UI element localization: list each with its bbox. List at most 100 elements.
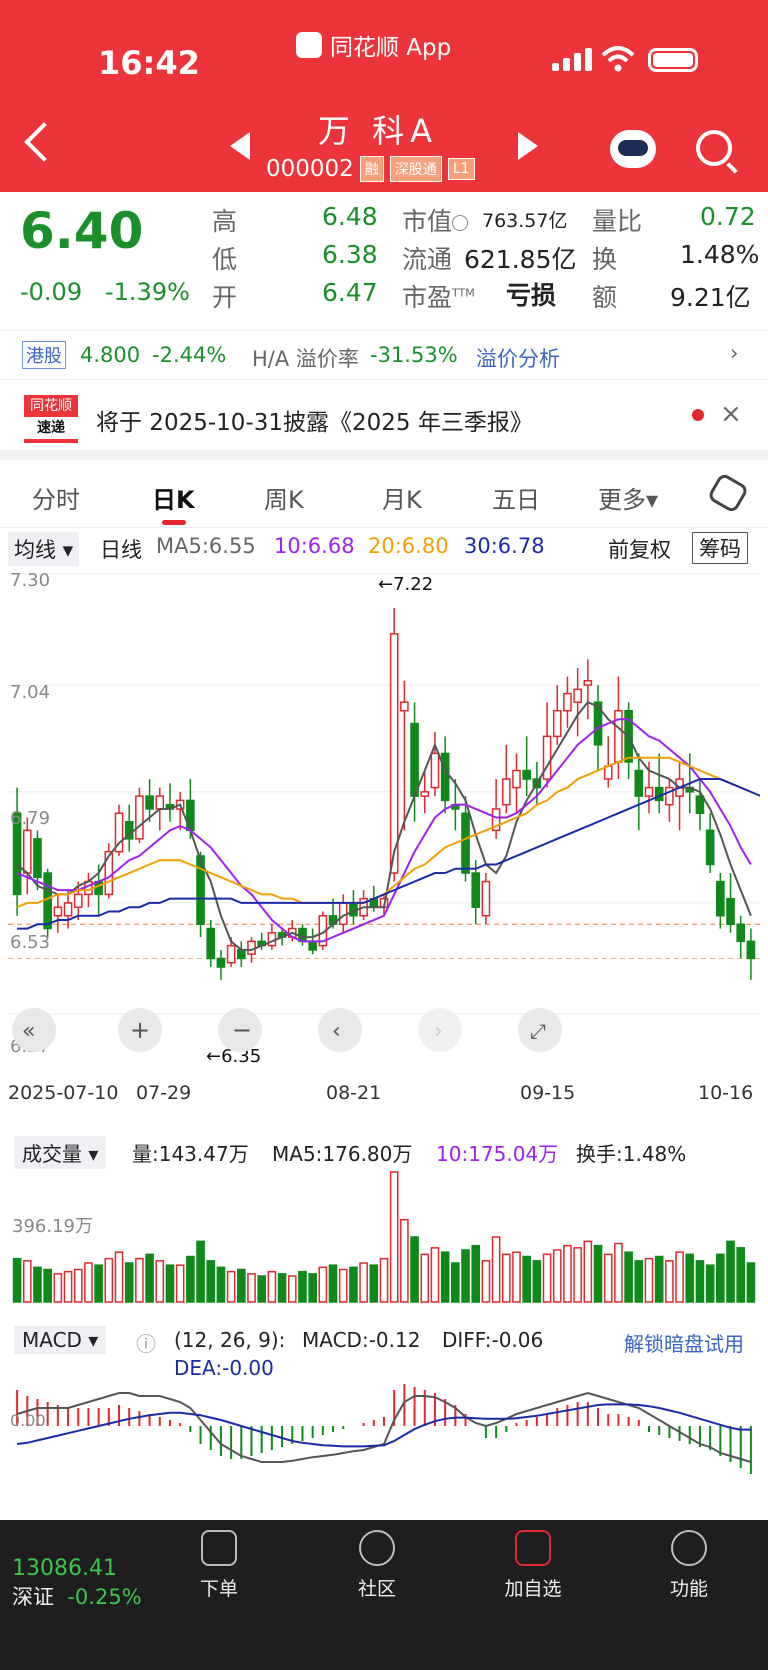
x-label-1: 07-29	[136, 1082, 192, 1104]
candle-body	[73, 893, 83, 908]
macd-dropdown[interactable]: MACD ▾	[14, 1326, 107, 1354]
candle-body	[104, 850, 114, 896]
candle-body	[634, 769, 644, 797]
news-logo-top: 同花顺	[30, 398, 72, 414]
candle-body	[563, 692, 572, 712]
ai-robot-icon[interactable]	[610, 130, 656, 168]
premium-value: -31.53%	[370, 343, 458, 367]
volume-bar	[155, 1260, 165, 1303]
y-label-1: 7.04	[10, 682, 50, 703]
volume-bar	[114, 1251, 124, 1303]
macd-chart: 0.00	[10, 1384, 752, 1474]
current-price: 6.40	[20, 202, 144, 260]
volume-bar	[542, 1253, 552, 1303]
tab-daily-k[interactable]: 日K	[152, 480, 195, 515]
x-label-0: 2025-07-10	[8, 1082, 119, 1104]
volume-bar	[634, 1260, 644, 1303]
chip-button[interactable]: 筹码	[692, 532, 748, 564]
plus-box-icon	[515, 1530, 551, 1566]
volume-bar	[522, 1255, 532, 1303]
volume-bar	[736, 1247, 746, 1303]
candle-body	[420, 791, 430, 797]
volume-legend: 成交量 ▾ 量:143.47万 MA5:176.80万 10:175.04万 换…	[0, 1134, 768, 1169]
ma-dropdown[interactable]: 均线 ▾	[8, 532, 80, 566]
news-banner[interactable]: 同花顺 速递 将于 2025-10-31披露《2025 年三季报》 ×	[0, 383, 768, 451]
unlock-link[interactable]: 解锁暗盘试用	[624, 1328, 744, 1357]
volume-bar	[461, 1249, 470, 1303]
candle-body	[267, 932, 277, 947]
index-ticker[interactable]: 13086.41 深证 -0.25%	[12, 1556, 142, 1611]
double-chevron-left-icon: «	[22, 1019, 35, 1044]
tab-five-day[interactable]: 五日	[492, 480, 540, 515]
turnover-rate: 换手:1.48%	[576, 1142, 687, 1166]
candle-body	[338, 902, 348, 926]
tab-weekly-k[interactable]: 周K	[264, 480, 304, 515]
y-label-2: 6.79	[10, 808, 50, 829]
hk-pct: -2.44%	[152, 343, 227, 367]
close-icon[interactable]: ×	[720, 399, 742, 429]
volume-value: 量:143.47万	[132, 1142, 249, 1166]
premium-analysis-link[interactable]: 溢价分析	[476, 343, 560, 373]
functions-button[interactable]: 功能	[644, 1530, 734, 1601]
open-value: 6.47	[322, 278, 378, 307]
amount-label: 额	[592, 283, 618, 312]
volume-bar	[563, 1244, 572, 1303]
adjust-mode[interactable]: 前复权	[608, 534, 671, 564]
macd-params: (12, 26, 9):	[174, 1328, 286, 1352]
volume-bar	[43, 1268, 52, 1303]
candle-body	[481, 880, 491, 917]
period-type: 日线	[100, 538, 142, 562]
candlestick-chart[interactable]: 7.30 7.04 6.79 6.53 6.27 ←7.22 ←6.35 « +…	[8, 568, 760, 1068]
volume-bar	[705, 1264, 715, 1303]
volume-bar	[267, 1270, 277, 1303]
mcap-label-text: 市值	[402, 207, 453, 236]
candle-body	[542, 735, 552, 780]
volume-bar	[440, 1251, 450, 1303]
next-stock-button[interactable]	[518, 132, 538, 160]
candle-body	[389, 633, 399, 874]
back-button[interactable]	[24, 122, 64, 162]
section-divider	[0, 450, 768, 460]
order-button[interactable]: 下单	[174, 1530, 264, 1601]
help-icon[interactable]: ⓘ	[136, 1328, 156, 1357]
volume-bar	[420, 1253, 430, 1303]
chevron-right-icon[interactable]: ›	[730, 341, 738, 365]
volume-bar	[247, 1273, 256, 1303]
stock-code: 000002	[266, 156, 354, 182]
ma-legend-row: 均线 ▾ 日线 MA5:6.55 10:6.68 20:6.80 30:6.78…	[0, 530, 768, 566]
community-button[interactable]: 社区	[332, 1530, 422, 1601]
open-label: 开	[212, 283, 238, 312]
candle-body	[349, 902, 358, 917]
tab-intraday[interactable]: 分时	[32, 480, 80, 515]
candle-body	[22, 829, 32, 874]
candle-body	[501, 778, 511, 806]
volume-bar	[196, 1240, 205, 1303]
tab-more[interactable]: 更多▾	[598, 480, 658, 515]
stock-name: 万 科A	[318, 112, 439, 150]
candle-body	[410, 722, 419, 797]
news-text: 将于 2025-10-31披露《2025 年三季报》	[96, 410, 533, 436]
info-icon[interactable]	[452, 215, 469, 231]
volume-bar	[94, 1264, 103, 1303]
hk-badge: 港股	[22, 341, 66, 369]
volume-bar	[379, 1257, 389, 1303]
add-watchlist-button[interactable]: 加自选	[488, 1530, 578, 1601]
volume-bar	[165, 1264, 175, 1303]
app-return-pill[interactable]: 同花顺 App	[296, 28, 451, 62]
app-header: 16:42 同花顺 App 万 科A 000002 融 深股通 L1	[0, 0, 768, 192]
volume-bar	[726, 1240, 735, 1303]
candle-body	[145, 795, 154, 810]
functions-label: 功能	[669, 1578, 708, 1600]
hk-share-row[interactable]: 港股 4.800 -2.44% H/A 溢价率 -31.53% 溢价分析 ›	[0, 330, 768, 380]
volume-bar	[328, 1264, 338, 1303]
candle-body	[440, 752, 450, 802]
volume-dropdown[interactable]: 成交量 ▾	[14, 1136, 107, 1169]
volume-bar	[644, 1257, 654, 1303]
volume-bar	[226, 1270, 236, 1303]
search-icon[interactable]	[696, 130, 732, 166]
volume-bar	[451, 1262, 460, 1303]
mcap-value: 763.57亿	[482, 210, 568, 232]
prev-stock-button[interactable]	[230, 132, 250, 160]
candle-body	[63, 902, 73, 917]
tab-monthly-k[interactable]: 月K	[382, 480, 422, 515]
